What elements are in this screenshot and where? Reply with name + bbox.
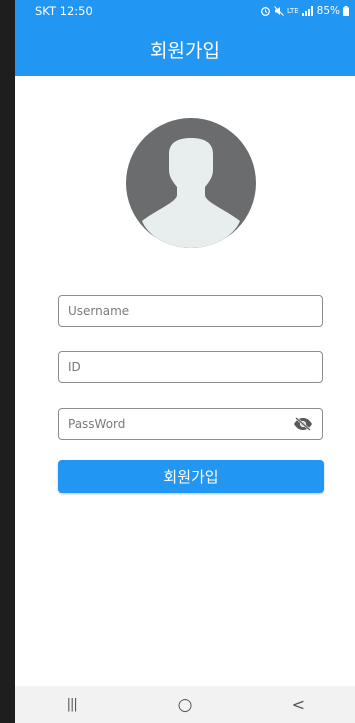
status-bar: SKT 12:50 LTE 85% (15, 0, 355, 22)
app-bar: 회원가입 (15, 22, 355, 76)
recents-button[interactable]: ||| (42, 697, 102, 712)
back-button[interactable]: < (268, 695, 328, 714)
password-placeholder: PassWord (68, 417, 126, 431)
battery-icon (343, 6, 349, 16)
username-field[interactable]: Username (58, 295, 323, 327)
signal-icon (301, 6, 313, 16)
alarm-icon (261, 7, 270, 16)
id-placeholder: ID (68, 360, 81, 374)
password-field[interactable]: PassWord (58, 408, 323, 440)
network-type: LTE (287, 7, 299, 15)
signup-button[interactable]: 회원가입 (58, 460, 324, 493)
id-field[interactable]: ID (58, 351, 323, 383)
eye-off-icon[interactable] (293, 417, 313, 431)
status-carrier-time: SKT 12:50 (35, 4, 93, 18)
status-icons: LTE 85% (260, 5, 349, 17)
battery-level: 85% (316, 5, 340, 17)
signup-button-label: 회원가입 (163, 468, 219, 486)
person-silhouette-icon (142, 138, 240, 248)
home-button[interactable]: ○ (155, 695, 215, 715)
username-placeholder: Username (68, 304, 130, 318)
profile-avatar[interactable] (126, 118, 256, 248)
mute-icon (274, 6, 284, 16)
page-title: 회원가입 (150, 39, 220, 62)
phone-screen: SKT 12:50 LTE 85% 회원가입 Username ID PassW… (15, 0, 355, 723)
system-nav-bar: ||| ○ < (15, 686, 355, 723)
